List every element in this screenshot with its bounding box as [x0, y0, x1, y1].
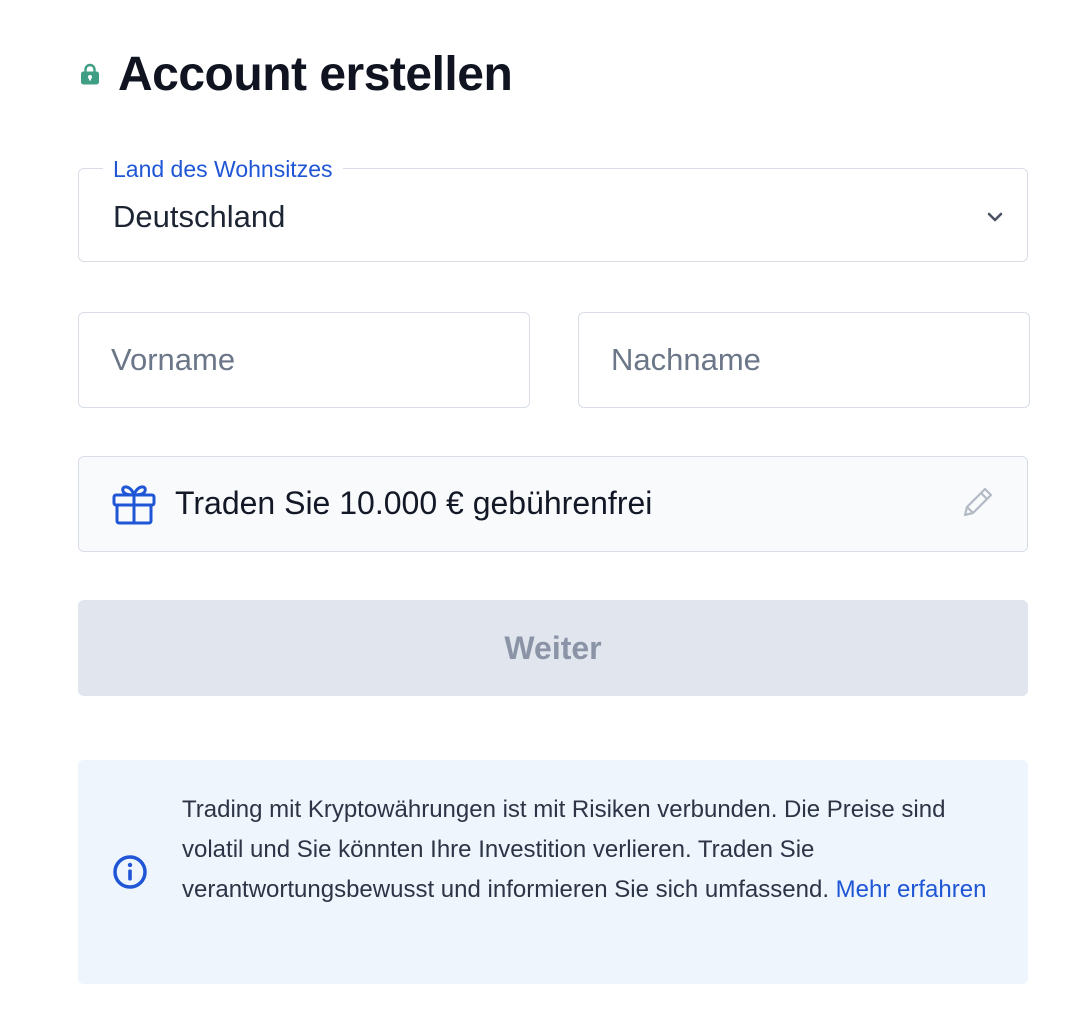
page-title: Account erstellen	[118, 47, 513, 101]
country-select[interactable]: Land des Wohnsitzes Deutschland	[78, 155, 1028, 262]
info-icon	[113, 855, 147, 889]
first-name-input[interactable]	[78, 312, 530, 408]
promo-text: Traden Sie 10.000 € gebührenfrei	[175, 485, 653, 521]
header: Account erstellen	[78, 44, 513, 104]
learn-more-link[interactable]: Mehr erfahren	[836, 876, 987, 903]
risk-info-box: Trading mit Kryptowährungen ist mit Risi…	[78, 760, 1028, 984]
country-value: Deutschland	[113, 199, 286, 234]
country-label: Land des Wohnsitzes	[103, 155, 343, 183]
signup-page: Account erstellen Land des Wohnsitzes De…	[0, 0, 1086, 1026]
promo-code-field[interactable]: Traden Sie 10.000 € gebührenfrei	[78, 456, 1028, 552]
chevron-down-icon	[987, 212, 1003, 222]
risk-info-text: Trading mit Kryptowährungen ist mit Risi…	[182, 790, 1002, 910]
continue-button[interactable]: Weiter	[78, 600, 1028, 696]
last-name-input[interactable]	[578, 312, 1030, 408]
risk-info-body: Trading mit Kryptowährungen ist mit Risi…	[182, 796, 946, 903]
pencil-icon[interactable]	[957, 483, 997, 523]
gift-icon	[112, 485, 156, 525]
lock-icon	[81, 63, 99, 85]
